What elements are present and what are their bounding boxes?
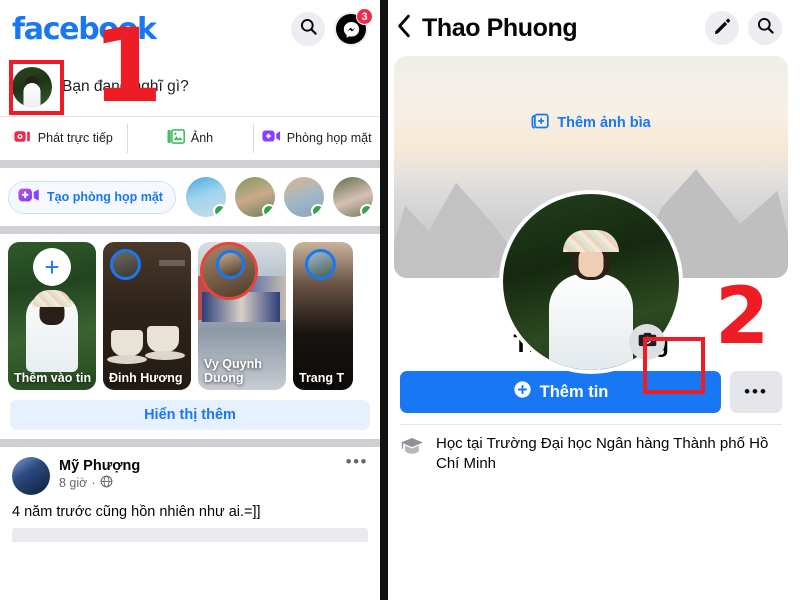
video-room-icon — [262, 129, 281, 148]
action-video-room[interactable]: Phòng họp mặt — [253, 117, 380, 160]
annotation-box-1 — [9, 60, 64, 115]
screenshot-root: facebook 3 Bạn đang nghĩ gì? Phát trực t… — [0, 0, 800, 600]
stories-tray: + Thêm vào tin Đinh Hương Vy Quynh Duong — [0, 234, 380, 397]
online-friends-list — [185, 177, 373, 217]
profile-header-icons — [705, 11, 782, 45]
search-icon — [299, 17, 318, 41]
plus-circle-icon — [513, 380, 532, 404]
cover-photo-area: Thêm ảnh bìa — [388, 56, 794, 374]
section-divider — [0, 226, 380, 234]
create-room-button[interactable]: Tạo phòng họp mặt — [8, 180, 176, 214]
video-plus-icon — [18, 187, 40, 208]
composer-action-row: Phát trực tiếp Ảnh Phòng họp mặt — [0, 116, 380, 160]
show-more-button[interactable]: Hiển thị thêm — [10, 400, 370, 430]
profile-photo-detail — [563, 230, 619, 252]
feed-post-time: 8 giờ — [59, 476, 88, 491]
meta-separator: · — [91, 476, 96, 491]
add-cover-photo-label: Thêm ảnh bìa — [557, 115, 651, 131]
feed-post-author[interactable]: Mỹ Phượng — [59, 457, 337, 475]
add-photo-icon — [531, 112, 550, 134]
online-status-dot — [261, 204, 275, 217]
back-chevron-icon[interactable] — [396, 14, 412, 43]
top-bar-icons: 3 — [291, 8, 373, 46]
search-button[interactable] — [291, 12, 325, 46]
story-card[interactable]: Vy Quynh Duong — [198, 242, 286, 390]
profile-header: Thao Phuong — [388, 0, 794, 56]
create-room-label: Tạo phòng họp mặt — [47, 189, 163, 204]
online-status-dot — [212, 204, 226, 217]
add-cover-photo-button[interactable]: Thêm ảnh bìa — [388, 112, 794, 134]
feed-post-header: Mỹ Phượng 8 giờ · ••• — [12, 453, 368, 495]
live-video-icon — [14, 130, 32, 148]
pencil-icon — [713, 17, 731, 40]
online-friend-avatar[interactable] — [283, 177, 324, 217]
story-owner-ring — [110, 249, 141, 280]
profile-photo-detail — [549, 274, 633, 370]
feed-post-image-preview[interactable] — [12, 528, 368, 542]
story-owner-ring — [305, 249, 336, 280]
add-story-label: Thêm tin — [539, 382, 609, 401]
profile-search-button[interactable] — [748, 11, 782, 45]
search-icon — [756, 16, 775, 40]
action-live-video-label: Phát trực tiếp — [37, 131, 113, 146]
facebook-top-bar: facebook 3 — [0, 0, 380, 58]
graduation-cap-icon — [400, 436, 424, 461]
messenger-button[interactable]: 3 — [334, 8, 373, 46]
profile-education-text: Học tại Trường Đại học Ngân hàng Thành p… — [436, 435, 769, 472]
online-status-dot — [310, 204, 324, 217]
edit-profile-button[interactable] — [705, 11, 739, 45]
online-friend-avatar[interactable] — [234, 177, 275, 217]
online-friend-avatar[interactable] — [185, 177, 226, 217]
profile-more-button[interactable]: ••• — [730, 371, 782, 413]
add-story-plus-icon[interactable]: + — [33, 248, 71, 286]
annotation-box-2 — [643, 337, 705, 394]
story-owner-ring-inner — [216, 250, 245, 279]
feed-post-menu-button[interactable]: ••• — [346, 453, 368, 470]
profile-detail-education[interactable]: Học tại Trường Đại học Ngân hàng Thành p… — [388, 425, 794, 474]
online-status-dot — [359, 204, 373, 217]
story-card-label: Thêm vào tin — [14, 371, 92, 385]
feed-post: Mỹ Phượng 8 giờ · ••• 4 năm trước cũng h… — [0, 447, 380, 542]
story-card[interactable]: Đinh Hương — [103, 242, 191, 390]
action-photo-label: Ảnh — [190, 131, 214, 146]
feed-post-body: 4 năm trước cũng hồn nhiên như ai.=]] — [12, 504, 261, 520]
annotation-number-1: 1 — [92, 7, 163, 126]
section-divider — [0, 160, 380, 168]
story-card-label: Vy Quynh Duong — [204, 357, 262, 385]
story-card[interactable]: Trang T — [293, 242, 353, 390]
story-card-add[interactable]: + Thêm vào tin — [8, 242, 96, 390]
messenger-unread-badge: 3 — [356, 8, 373, 25]
story-card-label: Trang T — [299, 371, 345, 385]
feed-post-avatar[interactable] — [12, 457, 50, 495]
profile-header-title: Thao Phuong — [422, 13, 578, 42]
rooms-row: Tạo phòng họp mặt — [0, 168, 380, 226]
globe-icon — [100, 475, 113, 491]
story-card-label: Đinh Hương — [109, 371, 183, 385]
online-friend-avatar[interactable] — [332, 177, 373, 217]
photo-icon — [167, 128, 185, 149]
section-divider — [0, 439, 380, 447]
annotation-number-2: 2 — [715, 272, 770, 362]
action-video-room-label: Phòng họp mặt — [286, 131, 372, 146]
feed-post-meta: 8 giờ · — [59, 475, 337, 491]
